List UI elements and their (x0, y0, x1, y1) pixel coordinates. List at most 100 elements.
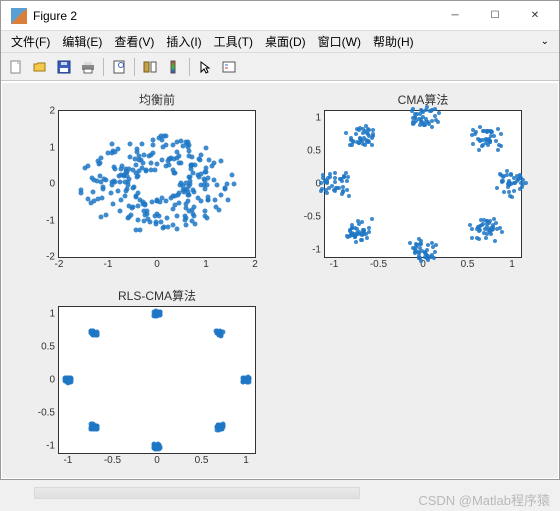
data-point (327, 186, 331, 190)
data-point (520, 185, 524, 189)
x-tick-label: 0.5 (195, 453, 209, 466)
x-tick-label: -0.5 (104, 453, 121, 466)
menu-insert[interactable]: 插入(I) (160, 31, 207, 52)
data-point (499, 173, 503, 177)
subplot-before-eq: 均衡前 -2-1012-2-1012 (58, 91, 256, 258)
axes[interactable]: -2-1012-2-1012 (58, 110, 256, 258)
data-point (365, 236, 369, 240)
data-point (110, 150, 115, 155)
title-bar[interactable]: Figure 2 ─ ☐ ✕ (1, 1, 559, 31)
data-point (323, 180, 327, 184)
axes[interactable]: -1-0.500.51-1-0.500.51 (324, 110, 522, 258)
toolbar-separator (134, 58, 135, 76)
data-point (175, 155, 180, 160)
data-point (184, 201, 189, 206)
data-point (104, 213, 109, 218)
window-controls: ─ ☐ ✕ (435, 2, 555, 30)
print-button[interactable] (77, 56, 99, 78)
data-point (414, 249, 418, 253)
data-point (142, 202, 147, 207)
close-button[interactable]: ✕ (515, 2, 555, 30)
data-point (131, 184, 136, 189)
data-point (188, 163, 193, 168)
save-button[interactable] (53, 56, 75, 78)
data-point (109, 190, 114, 195)
data-point (516, 177, 520, 181)
data-point (149, 161, 154, 166)
maximize-button[interactable]: ☐ (475, 2, 515, 30)
data-point (68, 376, 73, 381)
data-point (505, 169, 509, 173)
data-point (100, 187, 105, 192)
x-tick-label: 1 (509, 257, 515, 270)
data-point (204, 145, 209, 150)
menu-edit[interactable]: 编辑(E) (56, 31, 108, 52)
data-point (354, 240, 358, 244)
data-point (477, 148, 481, 152)
open-button[interactable] (29, 56, 51, 78)
menu-desktop[interactable]: 桌面(D) (259, 31, 312, 52)
data-point (507, 190, 511, 194)
x-tick-label: -1 (63, 453, 72, 466)
data-point (134, 194, 139, 199)
x-tick-label: 0.5 (461, 257, 475, 270)
printer-icon (81, 60, 95, 74)
data-point (156, 135, 161, 140)
data-point (190, 154, 195, 159)
data-point (118, 179, 123, 184)
colorbar-button[interactable] (163, 56, 185, 78)
figure-window: Figure 2 ─ ☐ ✕ 文件(F) 编辑(E) 查看(V) 插入(I) 工… (0, 0, 560, 480)
data-point (163, 164, 168, 169)
data-point (146, 217, 151, 222)
data-point (489, 232, 493, 236)
data-point (164, 198, 169, 203)
matlab-icon (11, 8, 27, 24)
data-point (508, 194, 512, 198)
new-figure-button[interactable] (5, 56, 27, 78)
data-point (191, 212, 196, 217)
menu-tools[interactable]: 工具(T) (208, 31, 259, 52)
edit-plot-button[interactable] (194, 56, 216, 78)
data-point (471, 142, 475, 146)
minimize-button[interactable]: ─ (435, 2, 475, 30)
data-point (202, 214, 207, 219)
data-point (492, 134, 496, 138)
data-point (362, 228, 366, 232)
menu-view[interactable]: 查看(V) (108, 31, 160, 52)
data-point (361, 131, 365, 135)
data-point (179, 160, 184, 165)
menu-overflow-icon[interactable]: ⌄ (535, 36, 555, 47)
data-point (123, 170, 128, 175)
print-preview-button[interactable] (108, 56, 130, 78)
data-point (500, 230, 504, 234)
data-point (153, 213, 158, 218)
y-tick-label: -1 (46, 441, 59, 452)
data-point (164, 216, 169, 221)
data-point (155, 441, 160, 446)
data-point (91, 177, 96, 182)
axes[interactable]: -1-0.500.51-1-0.500.51 (58, 306, 256, 454)
data-point (88, 201, 93, 206)
y-tick-label: 2 (49, 106, 59, 117)
menu-file[interactable]: 文件(F) (5, 31, 56, 52)
toolbar-separator (189, 58, 190, 76)
x-tick-label: 1 (203, 257, 209, 270)
data-point (150, 142, 155, 147)
data-point (123, 188, 128, 193)
data-point (120, 163, 125, 168)
y-tick-label: 0 (49, 375, 59, 386)
y-tick-label: -1 (46, 215, 59, 226)
window-title: Figure 2 (33, 9, 435, 23)
data-point (155, 199, 160, 204)
data-point (433, 114, 437, 118)
data-point (89, 329, 94, 334)
data-point (498, 226, 502, 230)
data-point (418, 112, 422, 116)
menu-window[interactable]: 窗口(W) (312, 31, 367, 52)
link-plot-button[interactable] (139, 56, 161, 78)
insert-legend-button[interactable] (218, 56, 240, 78)
data-point (425, 105, 429, 109)
menu-help[interactable]: 帮助(H) (367, 31, 420, 52)
data-point (325, 191, 329, 195)
data-point (142, 153, 147, 158)
